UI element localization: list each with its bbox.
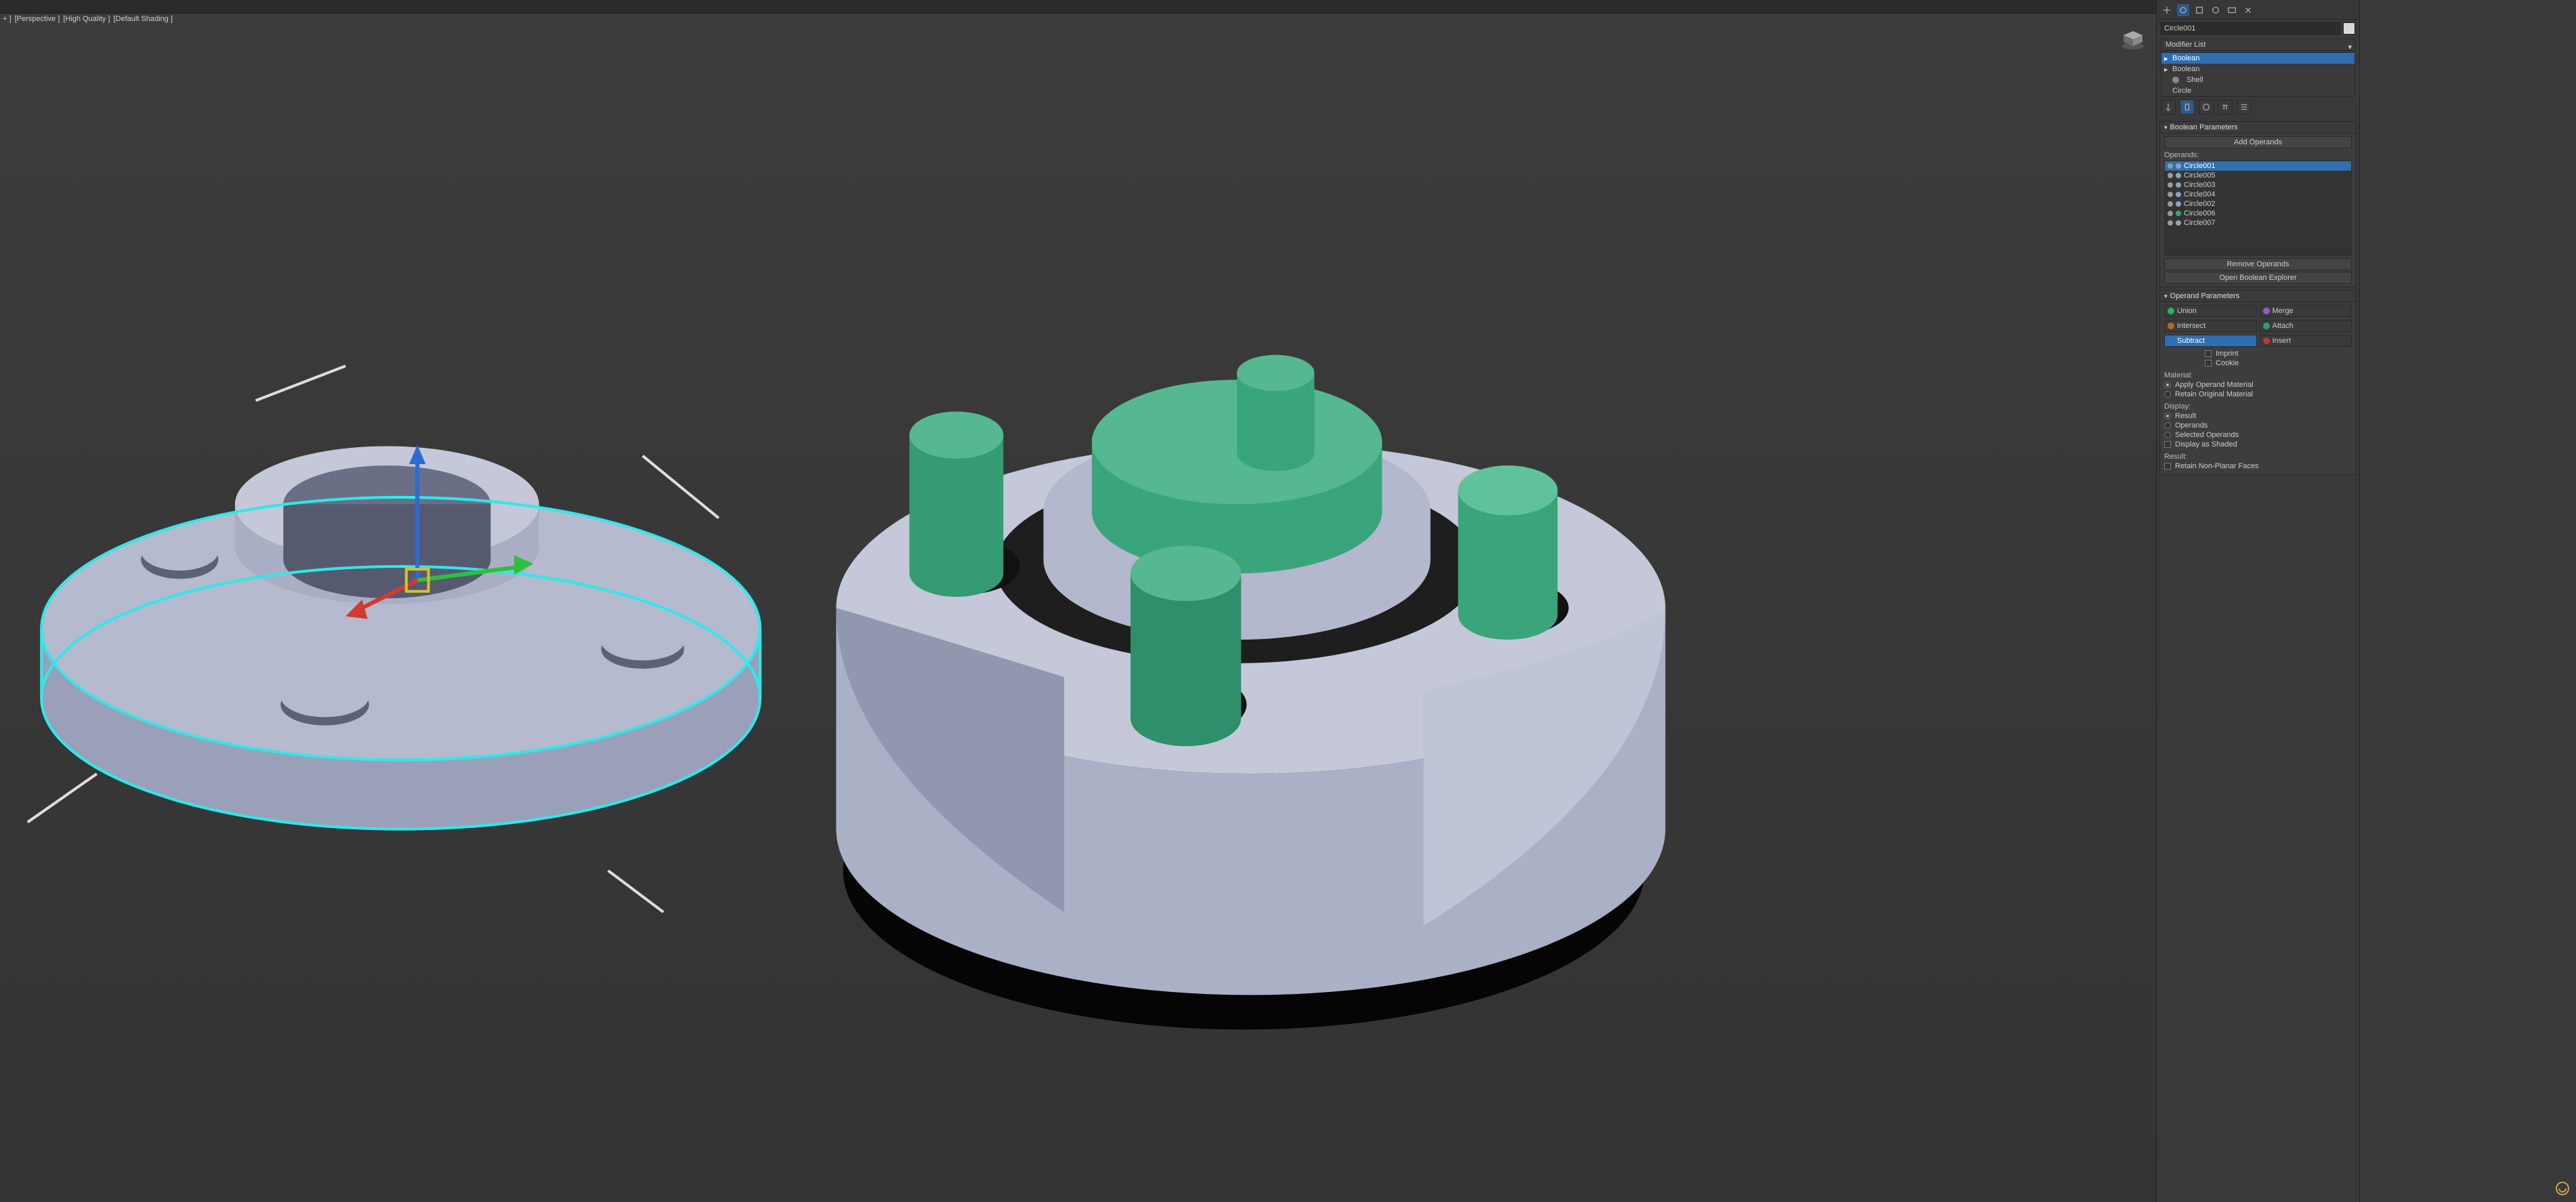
- operand-row[interactable]: Circle007: [2165, 218, 2351, 228]
- tab-modify[interactable]: [2177, 4, 2189, 16]
- merge-button[interactable]: Merge: [2260, 305, 2352, 317]
- triangle-down-icon: ▾: [2164, 293, 2168, 300]
- make-unique-button[interactable]: [2199, 100, 2214, 115]
- operand-row[interactable]: Circle004: [2165, 190, 2351, 199]
- operand-dot: [2176, 173, 2181, 178]
- eye-icon: [2168, 192, 2173, 197]
- object-color-swatch[interactable]: [2343, 22, 2355, 35]
- rollout-header[interactable]: ▾ Operand Parameters: [2160, 291, 2356, 302]
- rollout-header[interactable]: ▾ Boolean Parameters: [2160, 122, 2356, 133]
- eye-icon: [2168, 211, 2173, 216]
- eye-icon: [2168, 201, 2173, 207]
- operand-dot: [2176, 220, 2181, 226]
- open-boolean-explorer-button[interactable]: Open Boolean Explorer: [2164, 272, 2352, 284]
- eye-icon: [2168, 173, 2173, 178]
- display-selected-radio[interactable]: [2164, 432, 2171, 438]
- operand-dot: [2176, 211, 2181, 216]
- operand-cyl-back[interactable]: [1237, 355, 1314, 471]
- display-operands-radio[interactable]: [2164, 422, 2171, 429]
- tab-hierarchy[interactable]: [2193, 4, 2205, 16]
- left-flange[interactable]: [28, 366, 760, 912]
- modifier-stack-tools: [2157, 100, 2359, 119]
- retain-material-radio[interactable]: [2164, 391, 2171, 398]
- eye-icon: [2168, 163, 2173, 169]
- rollout-title: Boolean Parameters: [2170, 123, 2238, 131]
- operand-cyl-front[interactable]: [1131, 545, 1241, 746]
- display-label: Display:: [2164, 402, 2352, 411]
- modifier-list-dropdown[interactable]: Modifier List ▾: [2161, 39, 2355, 51]
- display-result-radio[interactable]: [2164, 413, 2171, 419]
- operand-dot: [2176, 163, 2181, 169]
- apply-material-radio[interactable]: [2164, 381, 2171, 388]
- insert-button[interactable]: Insert: [2260, 335, 2352, 347]
- remove-modifier-button[interactable]: [2218, 100, 2233, 115]
- modifier-list-label: Modifier List: [2166, 41, 2205, 49]
- modifier-item[interactable]: Shell: [2161, 75, 2355, 85]
- tab-create[interactable]: [2161, 4, 2173, 16]
- operand-dot: [2176, 201, 2181, 207]
- modifier-item[interactable]: Circle: [2161, 85, 2355, 96]
- pin-stack-button[interactable]: [2161, 100, 2176, 115]
- tab-utilities[interactable]: [2242, 4, 2254, 16]
- operand-dot: [2176, 182, 2181, 188]
- operand-row[interactable]: Circle002: [2165, 199, 2351, 209]
- viewport-scene[interactable]: [0, 0, 2156, 1202]
- retain-nonplanar-checkbox[interactable]: [2164, 463, 2171, 470]
- operands-list[interactable]: Circle001 Circle005 Circle003 Circle004 …: [2164, 161, 2352, 255]
- corner-gizmo-icon[interactable]: [2553, 1179, 2572, 1198]
- tab-motion[interactable]: [2210, 4, 2222, 16]
- operand-row[interactable]: Circle005: [2165, 171, 2351, 180]
- operand-row[interactable]: Circle003: [2165, 180, 2351, 190]
- show-end-result-button[interactable]: [2180, 100, 2195, 115]
- command-panel: Modifier List ▾ ▸Boolean ▸Boolean Shell …: [2156, 0, 2359, 1202]
- operand-row[interactable]: Circle006: [2165, 209, 2351, 218]
- configure-sets-button[interactable]: [2237, 100, 2252, 115]
- remove-operands-button[interactable]: Remove Operands: [2164, 258, 2352, 270]
- operand-dot: [2176, 192, 2181, 197]
- cookie-checkbox[interactable]: [2205, 360, 2212, 367]
- viewport[interactable]: + ] [Perspective ] [High Quality ] [Defa…: [0, 0, 2156, 1202]
- eye-icon: [2168, 182, 2173, 188]
- operands-label: Operands:: [2164, 151, 2352, 159]
- eye-icon: [2172, 77, 2179, 83]
- modifier-item[interactable]: ▸Boolean: [2161, 64, 2355, 75]
- object-name-input[interactable]: [2161, 22, 2340, 35]
- command-tabs: [2157, 0, 2359, 20]
- attach-button[interactable]: Attach: [2260, 320, 2352, 332]
- chevron-down-icon: ▾: [2348, 42, 2352, 53]
- modifier-stack[interactable]: ▸Boolean ▸Boolean Shell Circle: [2161, 52, 2355, 97]
- eye-icon: [2168, 220, 2173, 226]
- add-operands-button[interactable]: Add Operands: [2164, 136, 2352, 148]
- modifier-item[interactable]: ▸Boolean: [2161, 53, 2355, 64]
- rollout-operand-parameters: ▾ Operand Parameters Union Merge Interse…: [2159, 290, 2357, 475]
- operand-row[interactable]: Circle001: [2165, 161, 2351, 171]
- operand-cyl-right[interactable]: [1458, 465, 1558, 640]
- right-flange[interactable]: [836, 355, 1665, 1030]
- triangle-down-icon: ▾: [2164, 124, 2168, 131]
- union-button[interactable]: Union: [2164, 305, 2257, 317]
- result-label: Result:: [2164, 453, 2352, 461]
- display-shaded-checkbox[interactable]: [2164, 441, 2171, 448]
- imprint-checkbox[interactable]: [2205, 350, 2212, 357]
- tab-display[interactable]: [2226, 4, 2238, 16]
- intersect-button[interactable]: Intersect: [2164, 320, 2257, 332]
- material-label: Material:: [2164, 371, 2352, 379]
- rollout-title: Operand Parameters: [2170, 292, 2240, 300]
- right-dock: [2359, 0, 2576, 1202]
- subtract-button[interactable]: Subtract: [2164, 335, 2257, 347]
- operand-cyl-left[interactable]: [910, 411, 1004, 596]
- rollout-boolean-parameters: ▾ Boolean Parameters Add Operands Operan…: [2159, 121, 2357, 287]
